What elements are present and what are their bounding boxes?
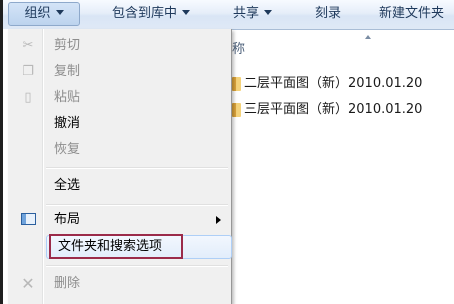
- organize-label: 组织: [24, 6, 51, 21]
- command-bar: 组织 包含到库中 共享 刻录 新建文件夹: [3, 0, 454, 30]
- new-folder-button[interactable]: 新建文件夹: [379, 3, 444, 25]
- menu-item-label: 剪切: [54, 38, 81, 53]
- menu-item-folder-options[interactable]: 文件夹和搜索选项: [8, 234, 232, 259]
- organize-menu: ✂ 剪切 ❐ 复制 ▯ 粘贴 撤消 恢复 全选 布局 文件夹和搜索选项 ✕ 删除: [8, 29, 232, 304]
- menu-item-label: 复制: [54, 64, 81, 79]
- menu-item-label: 撤消: [54, 116, 81, 131]
- include-in-library-button[interactable]: 包含到库中: [112, 3, 191, 25]
- scissors-icon: ✂: [22, 38, 34, 53]
- name-column-header[interactable]: 称: [232, 38, 245, 57]
- menu-separator: [46, 204, 228, 206]
- menu-item-label: 布局: [54, 212, 81, 227]
- organize-button[interactable]: 组织: [8, 2, 80, 26]
- file-icon: [232, 102, 241, 117]
- share-button[interactable]: 共享: [233, 3, 273, 25]
- menu-item-layout[interactable]: 布局: [8, 208, 231, 232]
- menu-item-label: 粘贴: [54, 90, 81, 105]
- burn-label: 刻录: [315, 6, 342, 21]
- menu-item-paste[interactable]: ▯ 粘贴: [8, 86, 231, 110]
- menu-item-select-all[interactable]: 全选: [8, 174, 231, 198]
- include-library-label: 包含到库中: [112, 6, 178, 21]
- menu-separator: [46, 265, 228, 267]
- chevron-down-icon: [182, 10, 191, 15]
- share-label: 共享: [233, 6, 260, 21]
- menu-item-label: 删除: [54, 276, 81, 291]
- menu-item-delete[interactable]: ✕ 删除: [8, 272, 231, 296]
- explorer-window: 组织 包含到库中 共享 刻录 新建文件夹 称 二层平面图（新）2010.01.2…: [3, 0, 454, 304]
- burn-button[interactable]: 刻录: [315, 3, 341, 25]
- menu-item-cut[interactable]: ✂ 剪切: [8, 34, 231, 58]
- chevron-down-icon: [264, 10, 273, 15]
- clipboard-icon: ▯: [24, 90, 32, 105]
- menu-item-redo[interactable]: 恢复: [8, 138, 231, 162]
- chevron-right-icon: [216, 216, 221, 224]
- new-folder-label: 新建文件夹: [379, 6, 445, 21]
- menu-item-label: 文件夹和搜索选项: [58, 239, 163, 254]
- file-name: 三层平面图（新）2010.01.20: [244, 102, 423, 117]
- menu-item-label: 恢复: [54, 142, 81, 157]
- copy-icon: ❐: [22, 64, 34, 79]
- file-icon: [232, 76, 241, 91]
- file-name: 二层平面图（新）2010.01.20: [244, 76, 423, 91]
- chevron-down-icon: [55, 10, 64, 15]
- layout-icon: [21, 213, 36, 225]
- menu-item-label: 全选: [54, 178, 81, 193]
- delete-icon: ✕: [21, 274, 35, 293]
- sort-ascending-icon: [365, 35, 371, 39]
- list-item[interactable]: 三层平面图（新）2010.01.20: [232, 99, 422, 121]
- list-item[interactable]: 二层平面图（新）2010.01.20: [232, 73, 422, 95]
- menu-item-copy[interactable]: ❐ 复制: [8, 60, 231, 84]
- menu-separator: [46, 167, 228, 169]
- menu-item-undo[interactable]: 撤消: [8, 112, 231, 136]
